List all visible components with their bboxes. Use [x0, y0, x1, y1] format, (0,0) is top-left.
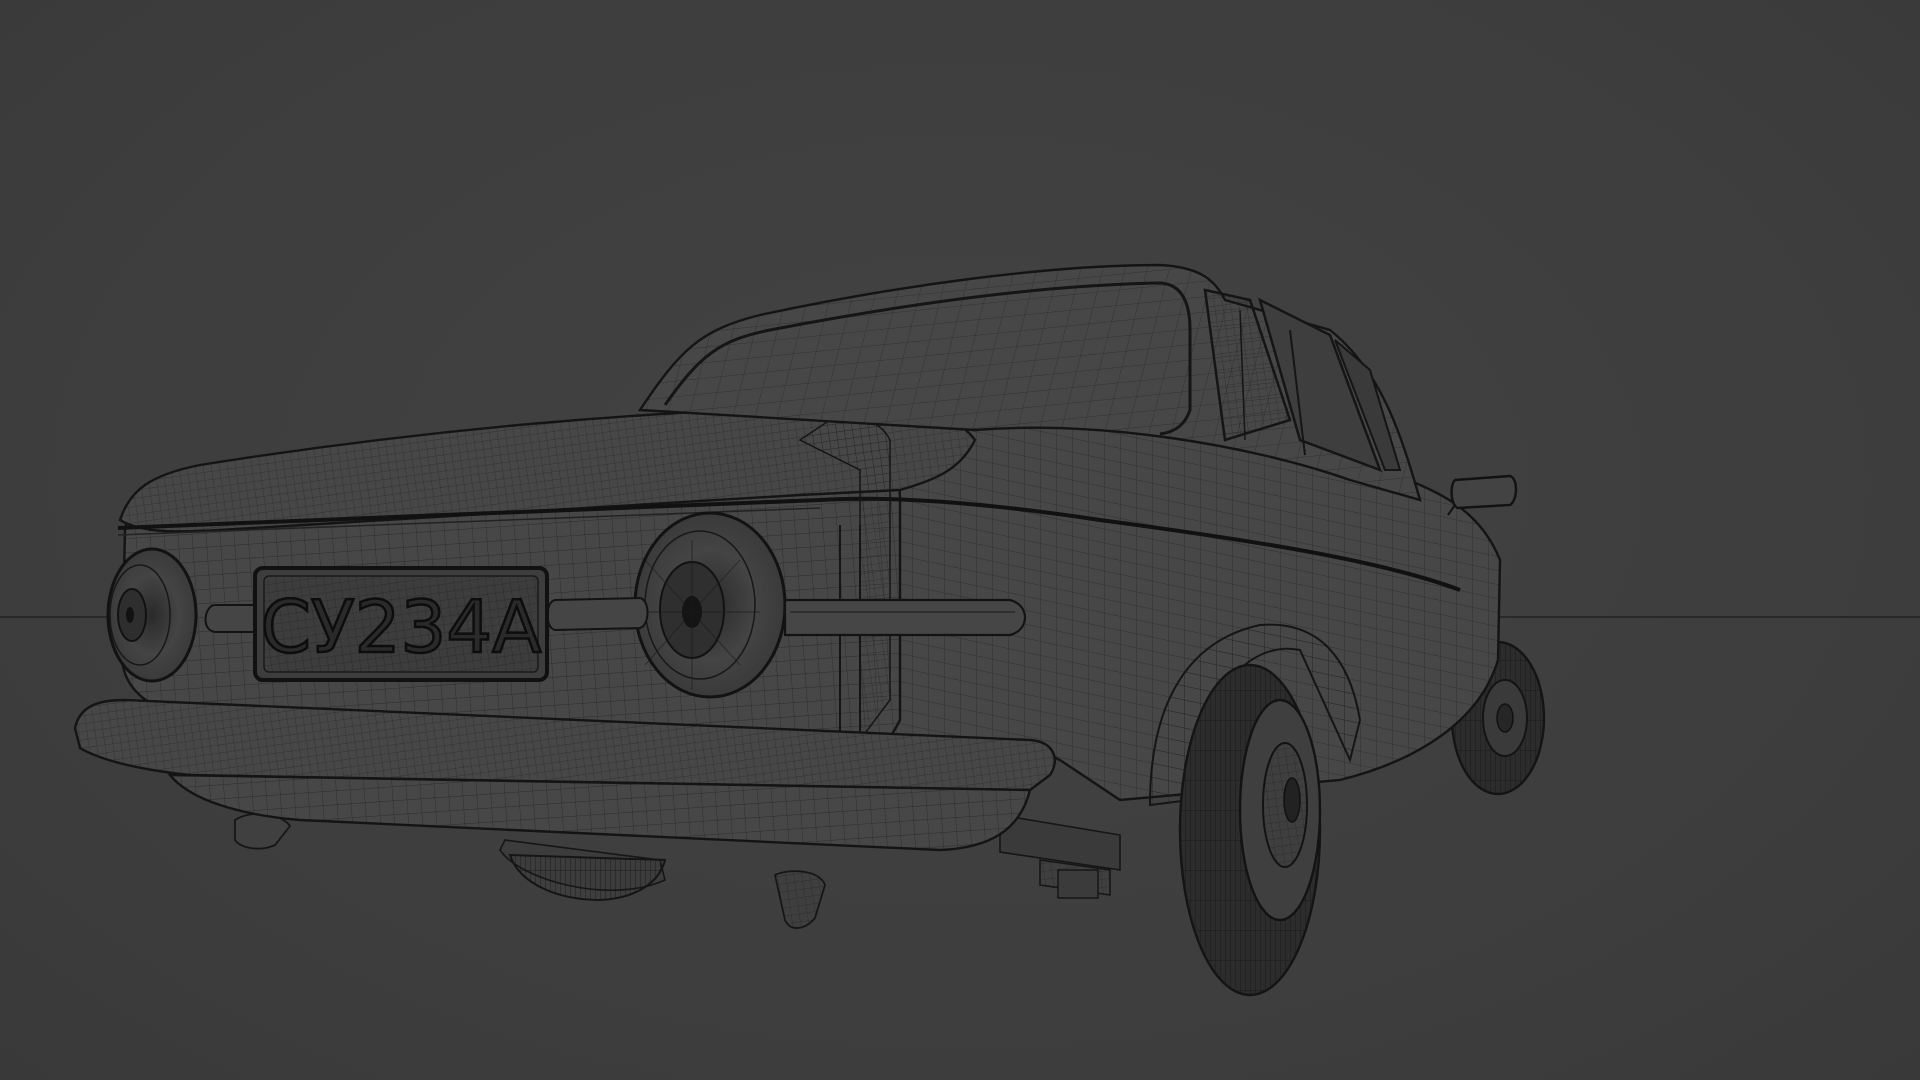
- side-mirror: [1447, 474, 1518, 516]
- wireframe-scene: СУ234А: [0, 263, 1920, 997]
- rear-wheel-near: [1148, 623, 1362, 997]
- tail-lamp-right: [633, 511, 787, 699]
- tail-lamp-left: [106, 547, 198, 683]
- rear-wheel-under: [508, 853, 667, 902]
- license-plate: СУ234А: [253, 566, 549, 682]
- license-plate-text: СУ234А: [261, 585, 542, 669]
- 3d-viewport[interactable]: СУ234А: [0, 0, 1920, 1080]
